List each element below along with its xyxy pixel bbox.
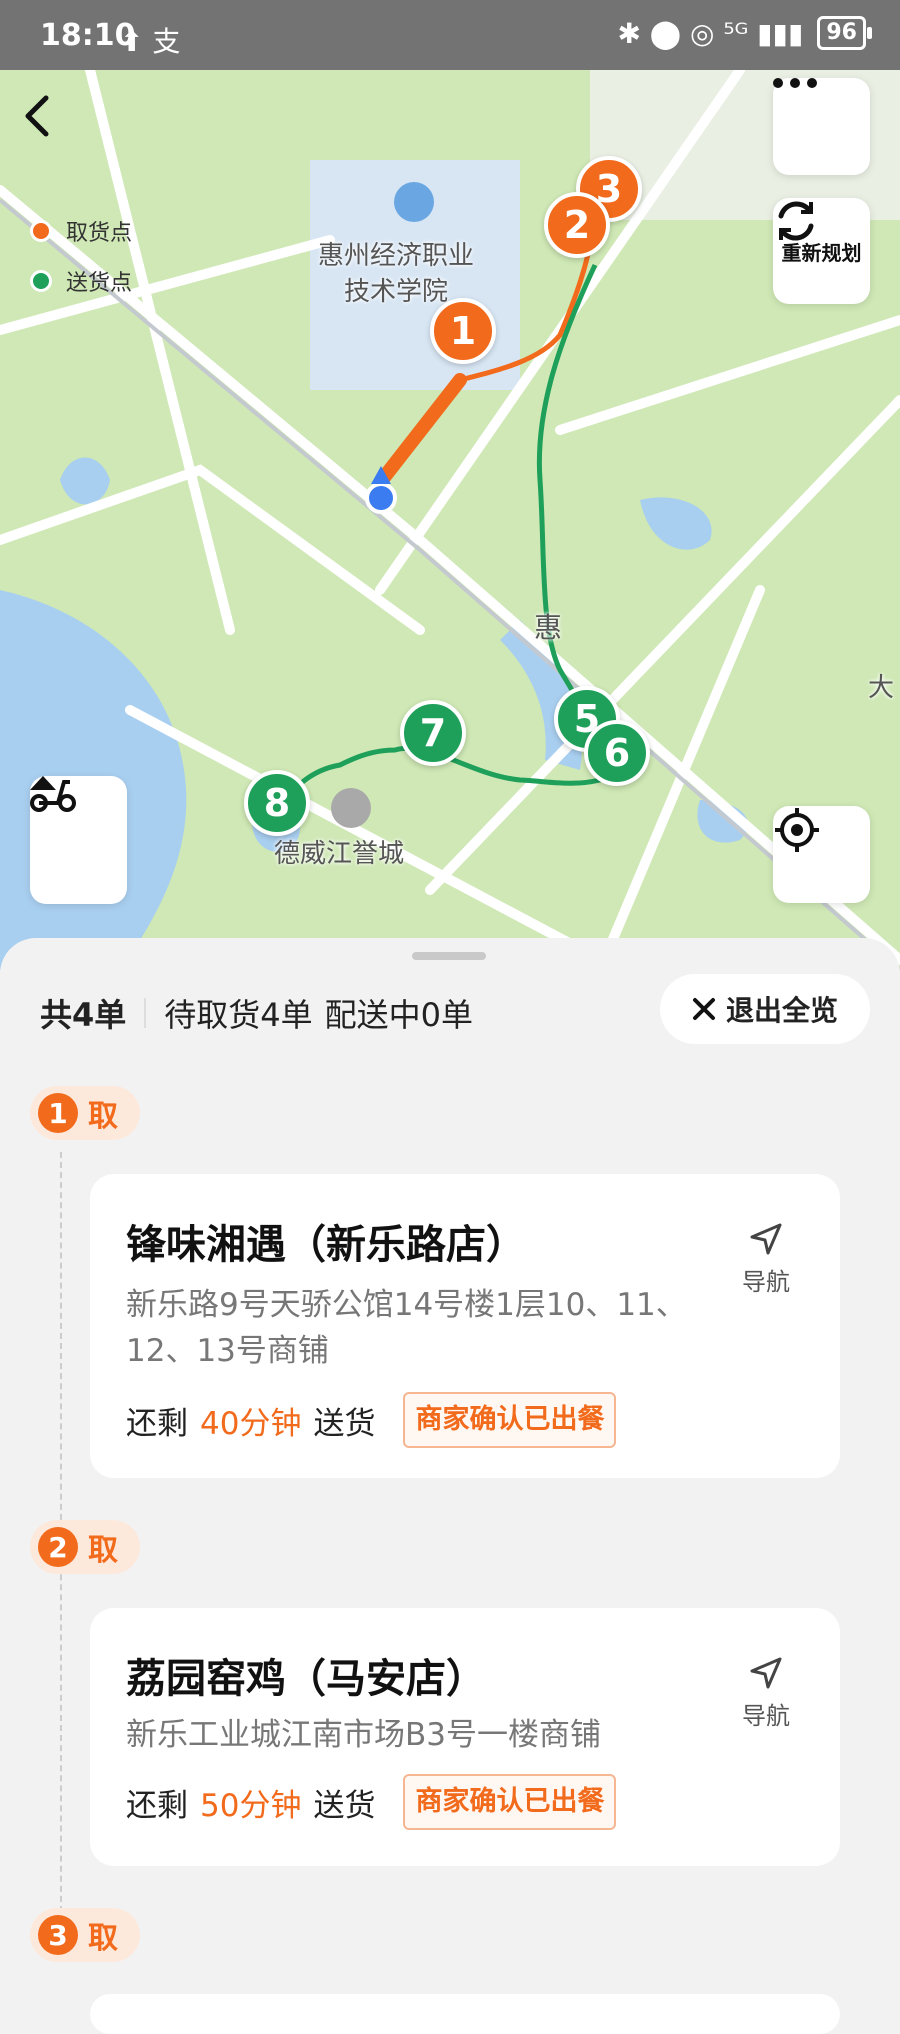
sheet-drag-handle[interactable] — [412, 952, 486, 960]
status-bar: 18:10 ⬆ 支 ✱ ⬤ ◎ ⁵ᴳ ▮▮▮ 96 — [0, 0, 900, 70]
step-number: 3 — [38, 1915, 78, 1955]
store-name: 锋味湘遇（新乐路店） — [126, 1222, 526, 1268]
store-address: 新乐工业城江南市场B3号一楼商铺 — [126, 1717, 601, 1753]
remain-prefix: 还剩 — [126, 1405, 188, 1442]
navigation-arrow-icon — [750, 1657, 782, 1689]
order-card-1[interactable]: 锋味湘遇（新乐路店） 新乐路9号天骄公馆14号楼1层10、11、12、13号商铺… — [90, 1174, 840, 1478]
scooter-icon — [30, 780, 76, 812]
order-sheet[interactable]: 共4单 待取货4单 配送中0单 退出全览 1 取 锋味湘遇（新乐路店） 新乐路9… — [0, 938, 900, 2034]
step-label: 取 — [88, 1099, 118, 1134]
delivery-pin-6[interactable]: 6 — [584, 720, 650, 786]
delivery-dot-icon — [30, 270, 52, 292]
more-button[interactable] — [773, 78, 870, 175]
navigate-label: 导航 — [742, 1268, 790, 1296]
replan-button[interactable]: 重新规划 — [773, 198, 870, 304]
edge-label: 大 — [868, 673, 895, 703]
back-button[interactable] — [22, 94, 78, 150]
status-badge: 商家确认已出餐 — [403, 1392, 617, 1448]
navigate-button[interactable]: 导航 — [736, 1222, 796, 1297]
exit-overview-label: 退出全览 — [725, 994, 838, 1027]
order-summary: 共4单 待取货4单 配送中0单 — [40, 988, 473, 1038]
pickup-dot-icon — [30, 220, 52, 242]
remain-suffix: 送货 — [313, 1787, 376, 1824]
legend-pickup-label: 取货点 — [66, 221, 133, 246]
remaining-time: 还剩 50分钟 送货 商家确认已出餐 — [126, 1774, 617, 1830]
remain-prefix: 还剩 — [126, 1787, 188, 1824]
locate-button[interactable] — [773, 806, 870, 903]
chevron-left-icon — [25, 95, 49, 137]
total-orders: 共4单 — [40, 996, 127, 1034]
pickup-pin-2[interactable]: 2 — [544, 192, 610, 258]
locate-icon — [775, 808, 819, 852]
notification-icons: ⬆ 支 — [120, 25, 181, 58]
vehicle-mode-button[interactable] — [30, 776, 127, 904]
map-canvas — [0, 70, 900, 970]
refresh-icon — [778, 201, 814, 241]
store-address: 新乐路9号天骄公馆14号楼1层10、11、12、13号商铺 — [126, 1287, 687, 1369]
status-right: ✱ ⬤ ◎ ⁵ᴳ ▮▮▮ 96 — [617, 16, 872, 50]
legend-delivery-label: 送货点 — [66, 271, 133, 296]
more-icon — [773, 78, 817, 88]
close-icon — [692, 998, 715, 1020]
order-card-3[interactable] — [90, 1994, 840, 2034]
remain-suffix: 送货 — [313, 1405, 376, 1442]
delivery-pin-8[interactable]: 8 — [244, 770, 310, 836]
status-badge: 商家确认已出餐 — [403, 1774, 617, 1830]
remaining-time: 还剩 40分钟 送货 商家确认已出餐 — [126, 1392, 617, 1448]
navigate-button[interactable]: 导航 — [736, 1656, 796, 1731]
divider — [144, 998, 147, 1028]
step-number: 2 — [38, 1527, 78, 1567]
step-badge-2: 2 取 — [30, 1520, 140, 1574]
remain-minutes: 50分钟 — [200, 1787, 302, 1824]
pickup-pin-1[interactable]: 1 — [430, 298, 496, 364]
step-label: 取 — [88, 1921, 118, 1956]
store-name: 荔园窑鸡（马安店） — [126, 1656, 486, 1702]
delivering-count: 配送中0单 — [324, 996, 474, 1034]
step-badge-3: 3 取 — [30, 1908, 140, 1962]
step-badge-1: 1 取 — [30, 1086, 140, 1140]
delivery-pin-7[interactable]: 7 — [400, 700, 466, 766]
navigate-label: 导航 — [742, 1702, 790, 1730]
step-label: 取 — [88, 1533, 118, 1568]
system-icons: ✱ ⬤ ◎ ⁵ᴳ ▮▮▮ — [617, 16, 804, 50]
battery-icon: 96 — [817, 16, 872, 50]
map-legend: 取货点 送货点 — [30, 206, 132, 306]
road-label: 惠 — [534, 611, 563, 644]
community-label: 德威江誉城 — [274, 839, 405, 869]
step-number: 1 — [38, 1093, 78, 1133]
pending-pickup-count: 待取货4单 — [164, 996, 313, 1034]
navigation-arrow-icon — [750, 1223, 782, 1255]
remain-minutes: 40分钟 — [200, 1405, 302, 1442]
route-map[interactable]: 惠州经济职业 技术学院 德威江誉城 惠 大 取货点 送货点 3 2 1 5 6 … — [0, 70, 900, 970]
exit-overview-button[interactable]: 退出全览 — [660, 974, 870, 1044]
order-card-2[interactable]: 荔园窑鸡（马安店） 新乐工业城江南市场B3号一楼商铺 还剩 50分钟 送货 商家… — [90, 1608, 840, 1866]
